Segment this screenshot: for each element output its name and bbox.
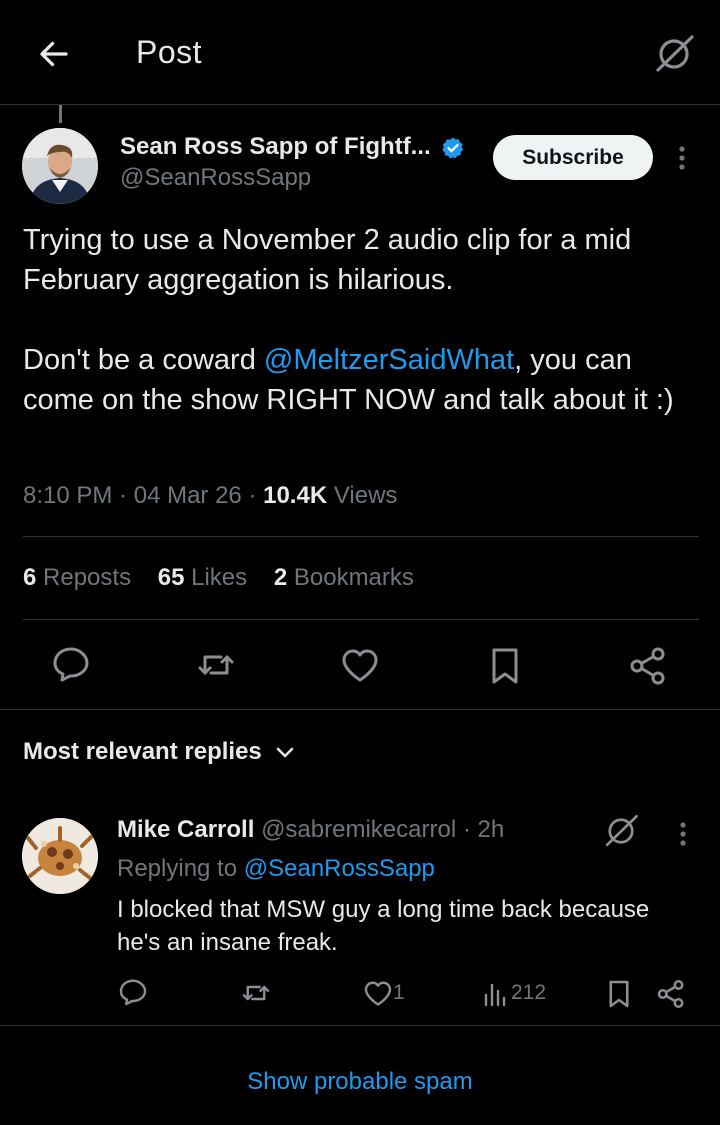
post-text: Trying to use a November 2 audio clip fo… bbox=[23, 220, 699, 420]
divider bbox=[0, 709, 720, 710]
divider bbox=[23, 619, 699, 620]
arrow-left-icon bbox=[40, 41, 68, 67]
likes-label: Likes bbox=[191, 564, 248, 591]
repost-icon[interactable] bbox=[196, 645, 236, 685]
author-handle[interactable]: @SeanRossSapp bbox=[120, 164, 311, 192]
reply-separator: · bbox=[456, 816, 478, 843]
reply-icon[interactable] bbox=[118, 977, 148, 1007]
chevron-down-icon bbox=[276, 747, 294, 758]
post-stats: 6 Reposts 65 Likes 2 Bookmarks bbox=[23, 564, 434, 592]
subscribe-button[interactable]: Subscribe bbox=[493, 135, 653, 180]
page-title: Post bbox=[136, 34, 203, 70]
views-label: Views bbox=[333, 482, 398, 509]
likes-count: 65 bbox=[157, 564, 185, 591]
grok-icon[interactable] bbox=[652, 32, 696, 76]
like-icon[interactable] bbox=[363, 979, 393, 1009]
reply-avatar-image bbox=[22, 818, 98, 894]
reposts-stat[interactable]: 6 Reposts bbox=[23, 564, 131, 591]
top-bar: Post bbox=[0, 0, 720, 105]
bookmarks-stat[interactable]: 2 Bookmarks bbox=[274, 564, 414, 591]
reposts-label: Reposts bbox=[43, 564, 132, 591]
back-button[interactable] bbox=[34, 34, 74, 74]
views-count[interactable]: 10.4K bbox=[263, 482, 327, 509]
replying-to-label: Replying to bbox=[117, 855, 238, 882]
reply-likes-count: 1 bbox=[393, 981, 405, 1004]
post-text-paragraph: Trying to use a November 2 audio clip fo… bbox=[23, 224, 632, 296]
reply-author-name[interactable]: Mike Carroll bbox=[117, 816, 254, 843]
bookmarks-label: Bookmarks bbox=[293, 564, 414, 591]
author-avatar[interactable] bbox=[22, 128, 98, 204]
reply-author-avatar[interactable] bbox=[22, 818, 98, 894]
bookmark-icon[interactable] bbox=[604, 979, 634, 1009]
reposts-count: 6 bbox=[23, 564, 37, 591]
reply-views-count: 212 bbox=[511, 981, 547, 1004]
more-options-icon[interactable] bbox=[672, 144, 692, 172]
grok-icon[interactable] bbox=[602, 812, 640, 850]
like-icon[interactable] bbox=[340, 646, 380, 686]
reply-author-handle[interactable]: @sabremikecarrol bbox=[261, 816, 456, 843]
more-options-icon[interactable] bbox=[673, 820, 693, 848]
post-time: 8:10 PM bbox=[23, 482, 113, 509]
reply-text: I blocked that MSW guy a long time back … bbox=[117, 896, 650, 956]
likes-stat[interactable]: 65 Likes bbox=[158, 564, 247, 591]
replying-to: Replying to @SeanRossSapp bbox=[117, 855, 435, 883]
post-text-paragraph: Don't be a coward @MeltzerSaidWhat, you … bbox=[23, 340, 699, 420]
replies-sort-dropdown[interactable]: Most relevant replies bbox=[23, 738, 296, 766]
divider bbox=[0, 1025, 720, 1026]
reply-icon[interactable] bbox=[51, 644, 91, 684]
replying-to-mention[interactable]: @SeanRossSapp bbox=[244, 855, 435, 882]
reply-header: Mike Carroll @sabremikecarrol · 2h bbox=[117, 816, 504, 844]
reply-age: 2h bbox=[477, 816, 505, 843]
author-avatar-image bbox=[22, 128, 98, 204]
views-icon[interactable] bbox=[482, 979, 512, 1009]
bookmarks-count: 2 bbox=[273, 564, 288, 591]
divider bbox=[23, 536, 699, 537]
author-name[interactable]: Sean Ross Sapp of Fightf... bbox=[120, 133, 431, 161]
verified-badge-icon bbox=[442, 137, 464, 159]
share-icon[interactable] bbox=[628, 646, 668, 686]
share-icon[interactable] bbox=[656, 979, 686, 1009]
replies-sort-label: Most relevant replies bbox=[23, 738, 262, 765]
repost-icon[interactable] bbox=[241, 978, 271, 1008]
mention-link[interactable]: @MeltzerSaidWhat bbox=[264, 344, 514, 376]
post-date: 04 Mar 26 bbox=[133, 482, 242, 509]
thread-connector bbox=[59, 105, 62, 123]
post-text-segment: Don't be a coward bbox=[23, 344, 264, 376]
bookmark-icon[interactable] bbox=[485, 646, 525, 686]
show-probable-spam-link[interactable]: Show probable spam bbox=[0, 1068, 720, 1096]
post-meta: 8:10 PM · 04 Mar 26 · 10.4K Views bbox=[23, 482, 398, 509]
